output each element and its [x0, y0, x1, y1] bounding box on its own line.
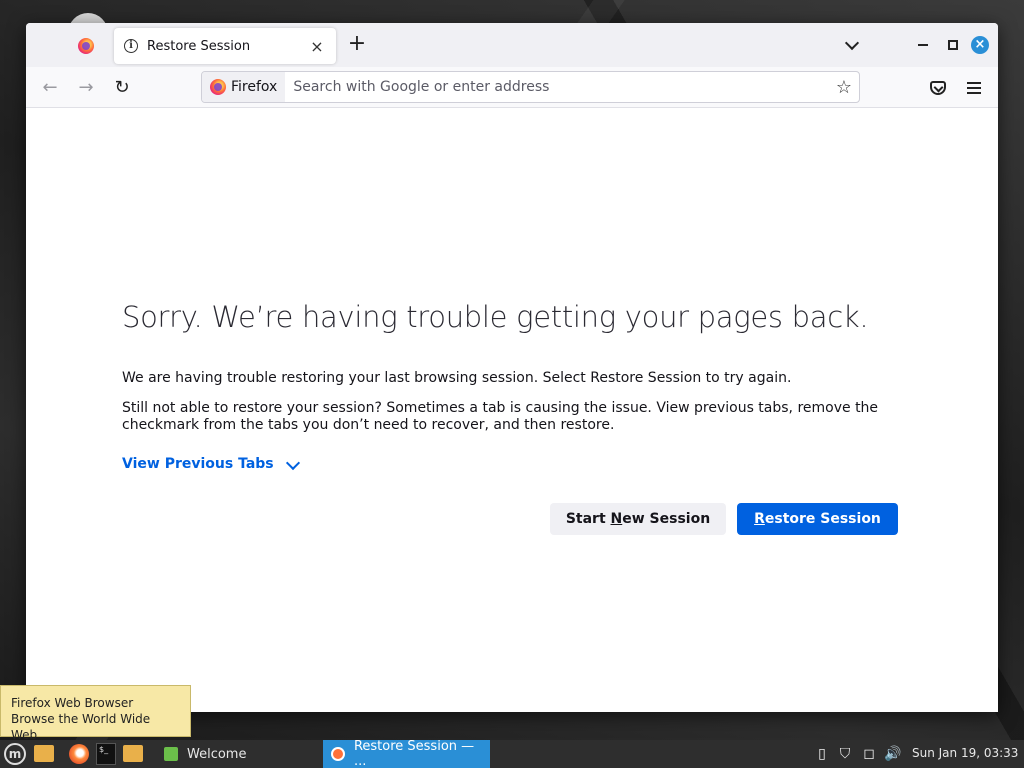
taskbar: m $_ Welcome Restore Session — ... ▯ ⛉ ◻… — [0, 739, 1024, 768]
page-content: Sorry. We’re having trouble getting your… — [26, 108, 998, 712]
tab-close-icon[interactable]: × — [308, 37, 326, 56]
mint-menu-icon[interactable]: m — [4, 743, 26, 765]
info-icon: i — [124, 39, 138, 53]
shield-tray-icon[interactable]: ⛉ — [836, 745, 854, 763]
pinned-tab-firefox[interactable] — [68, 29, 104, 63]
browser-window: i Restore Session × + × ← → ↻ Firefox ☆ … — [26, 23, 998, 712]
firefox-app-icon — [331, 747, 345, 761]
clock[interactable]: Sun Jan 19, 03:33 — [912, 746, 1018, 760]
launcher-tooltip: Firefox Web Browser Browse the World Wid… — [0, 685, 191, 742]
close-window-button[interactable]: × — [971, 36, 989, 54]
window-tray-icon[interactable]: ◻ — [860, 745, 878, 763]
taskbar-item-welcome[interactable]: Welcome — [156, 740, 320, 768]
restore-session-button[interactable]: Restore Session — [737, 503, 898, 535]
firefox-logo-icon — [210, 79, 226, 95]
restore-message: We are having trouble restoring your las… — [122, 370, 792, 386]
restore-help-message: Still not able to restore your session? … — [122, 400, 879, 433]
terminal-launcher-icon[interactable]: $_ — [96, 743, 116, 765]
taskbar-item-label: Welcome — [187, 746, 247, 762]
tab-bar: i Restore Session × + × — [26, 23, 998, 67]
minimize-window-button[interactable] — [918, 44, 928, 46]
maximize-window-button[interactable] — [948, 40, 958, 50]
identity-label: Firefox — [231, 79, 278, 95]
pocket-icon[interactable] — [930, 81, 946, 95]
hamburger-menu-icon[interactable] — [967, 82, 981, 94]
bookmark-star-icon[interactable]: ☆ — [829, 77, 859, 98]
tooltip-title: Firefox Web Browser — [11, 696, 134, 710]
list-all-tabs-chevron-icon[interactable] — [843, 35, 863, 55]
view-previous-tabs-link[interactable]: View Previous Tabs — [122, 456, 274, 472]
firefox-launcher-icon[interactable] — [69, 744, 89, 764]
tooltip-description: Browse the World Wide Web — [11, 712, 151, 742]
tab-title: Restore Session — [147, 38, 251, 54]
navigation-toolbar: ← → ↻ Firefox ☆ — [26, 67, 998, 108]
files-launcher-icon[interactable] — [123, 745, 143, 762]
volume-icon[interactable]: 🔊 — [884, 745, 902, 763]
url-bar[interactable]: Firefox ☆ — [201, 71, 860, 103]
page-title: Sorry. We’re having trouble getting your… — [122, 300, 869, 334]
back-button[interactable]: ← — [37, 75, 63, 101]
taskbar-item-restore-session[interactable]: Restore Session — ... — [323, 739, 490, 768]
forward-button[interactable]: → — [73, 75, 99, 101]
reload-button[interactable]: ↻ — [109, 75, 135, 101]
tab-restore-session[interactable]: i Restore Session × — [114, 28, 336, 64]
show-desktop-icon[interactable] — [34, 745, 54, 762]
taskbar-item-label: Restore Session — ... — [353, 739, 475, 768]
start-new-session-button[interactable]: Start New Session — [550, 503, 726, 535]
identity-box[interactable]: Firefox — [202, 72, 286, 102]
address-input[interactable] — [285, 79, 829, 95]
firefox-logo-icon — [78, 38, 94, 54]
new-tab-button[interactable]: + — [344, 32, 370, 58]
chevron-down-icon[interactable] — [285, 455, 301, 471]
welcome-app-icon — [164, 747, 178, 761]
clipboard-tray-icon[interactable]: ▯ — [813, 745, 831, 763]
